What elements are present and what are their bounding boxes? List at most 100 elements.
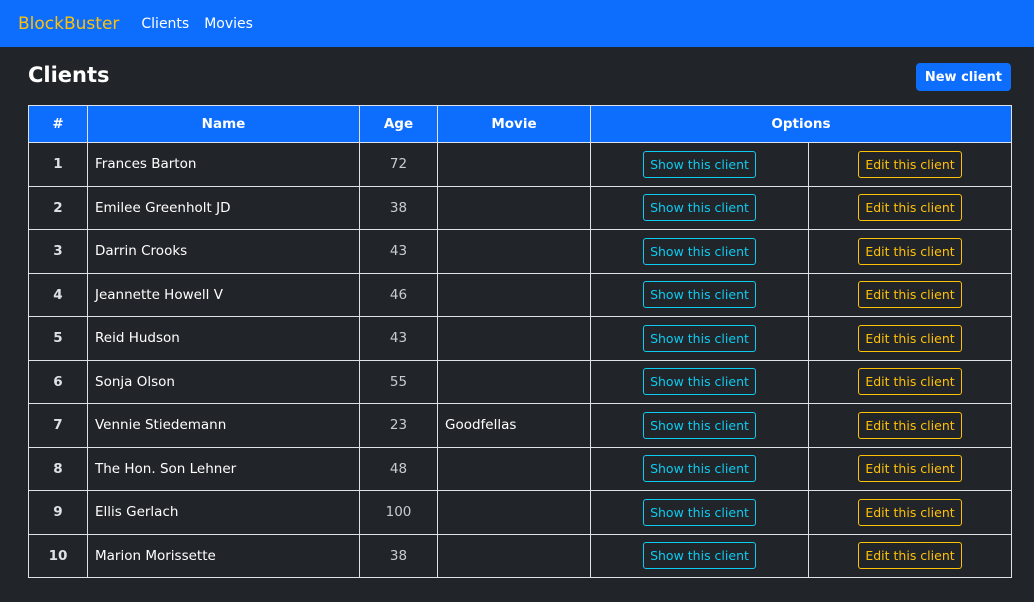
edit-client-button[interactable]: Edit this client [858, 542, 962, 570]
show-cell: Show this client [590, 403, 809, 448]
edit-client-button[interactable]: Edit this client [858, 281, 962, 309]
table-row: 6 Sonja Olson 55 Show this client Edit this … [28, 359, 1012, 404]
nav-link-clients[interactable]: Clients [141, 16, 189, 32]
edit-client-button[interactable]: Edit this client [858, 411, 962, 439]
client-age: 48 [359, 446, 438, 491]
client-movie [437, 272, 591, 317]
edit-cell: Edit this client [808, 490, 1012, 535]
show-cell: Show this client [590, 316, 809, 361]
table-body: 1 Frances Barton 72 Show this client Edit th… [28, 142, 1012, 578]
client-name: Sonja Olson [87, 359, 360, 404]
client-movie [437, 359, 591, 404]
edit-cell: Edit this client [808, 316, 1012, 361]
client-movie: Goodfellas [437, 403, 591, 448]
row-number: 7 [28, 403, 88, 448]
client-age: 38 [359, 533, 438, 578]
table-row: 7 Vennie Stiedemann 23 Goodfellas Show this … [28, 403, 1012, 448]
show-client-button[interactable]: Show this client [643, 368, 756, 396]
edit-cell: Edit this client [808, 229, 1012, 274]
client-movie [437, 142, 591, 187]
edit-client-button[interactable]: Edit this client [858, 237, 962, 265]
edit-cell: Edit this client [808, 142, 1012, 187]
client-movie [437, 490, 591, 535]
show-client-button[interactable]: Show this client [643, 542, 756, 570]
edit-cell: Edit this client [808, 533, 1012, 578]
show-client-button[interactable]: Show this client [643, 194, 756, 222]
row-number: 1 [28, 142, 88, 187]
column-header-options: Options [590, 105, 1012, 143]
show-cell: Show this client [590, 359, 809, 404]
edit-cell: Edit this client [808, 446, 1012, 491]
client-age: 72 [359, 142, 438, 187]
brand-link[interactable]: BlockBuster [18, 14, 119, 34]
client-name: The Hon. Son Lehner [87, 446, 360, 491]
column-header-name: Name [87, 105, 360, 143]
edit-client-button[interactable]: Edit this client [858, 498, 962, 526]
edit-client-button[interactable]: Edit this client [858, 324, 962, 352]
client-name: Jeannette Howell V [87, 272, 360, 317]
client-name: Emilee Greenholt JD [87, 185, 360, 230]
show-client-button[interactable]: Show this client [643, 411, 756, 439]
edit-client-button[interactable]: Edit this client [858, 194, 962, 222]
navbar: BlockBuster Clients Movies [0, 0, 1034, 47]
show-client-button[interactable]: Show this client [643, 281, 756, 309]
row-number: 8 [28, 446, 88, 491]
client-age: 38 [359, 185, 438, 230]
client-name: Vennie Stiedemann [87, 403, 360, 448]
client-name: Marion Morissette [87, 533, 360, 578]
table-row: 3 Darrin Crooks 43 Show this client Edit thi… [28, 229, 1012, 274]
client-age: 46 [359, 272, 438, 317]
column-header-movie: Movie [437, 105, 591, 143]
client-age: 55 [359, 359, 438, 404]
table-header-row: # Name Age Movie Options [28, 105, 1012, 143]
edit-client-button[interactable]: Edit this client [858, 368, 962, 396]
client-name: Frances Barton [87, 142, 360, 187]
client-name: Reid Hudson [87, 316, 360, 361]
show-cell: Show this client [590, 533, 809, 578]
client-movie [437, 533, 591, 578]
client-movie [437, 185, 591, 230]
nav-link-movies[interactable]: Movies [204, 16, 253, 32]
page-title: Clients [28, 63, 110, 87]
show-cell: Show this client [590, 446, 809, 491]
table-row: 9 Ellis Gerlach 100 Show this client Edit th… [28, 490, 1012, 535]
column-header-age: Age [359, 105, 438, 143]
row-number: 5 [28, 316, 88, 361]
row-number: 2 [28, 185, 88, 230]
edit-cell: Edit this client [808, 272, 1012, 317]
client-movie [437, 229, 591, 274]
client-age: 43 [359, 229, 438, 274]
row-number: 4 [28, 272, 88, 317]
table-row: 10 Marion Morissette 38 Show this client Edi… [28, 533, 1012, 578]
show-client-button[interactable]: Show this client [643, 498, 756, 526]
client-age: 43 [359, 316, 438, 361]
table-row: 8 The Hon. Son Lehner 48 Show this client Ed… [28, 446, 1012, 491]
row-number: 10 [28, 533, 88, 578]
show-client-button[interactable]: Show this client [643, 150, 756, 178]
show-client-button[interactable]: Show this client [643, 324, 756, 352]
client-name: Darrin Crooks [87, 229, 360, 274]
row-number: 9 [28, 490, 88, 535]
client-name: Ellis Gerlach [87, 490, 360, 535]
column-header-number: # [28, 105, 88, 143]
show-cell: Show this client [590, 490, 809, 535]
table-row: 5 Reid Hudson 43 Show this client Edit this … [28, 316, 1012, 361]
show-cell: Show this client [590, 229, 809, 274]
edit-cell: Edit this client [808, 185, 1012, 230]
edit-cell: Edit this client [808, 403, 1012, 448]
edit-client-button[interactable]: Edit this client [858, 150, 962, 178]
row-number: 6 [28, 359, 88, 404]
show-client-button[interactable]: Show this client [643, 237, 756, 265]
table-row: 1 Frances Barton 72 Show this client Edit th… [28, 142, 1012, 187]
client-age: 23 [359, 403, 438, 448]
show-cell: Show this client [590, 142, 809, 187]
client-age: 100 [359, 490, 438, 535]
show-client-button[interactable]: Show this client [643, 455, 756, 483]
client-movie [437, 446, 591, 491]
edit-cell: Edit this client [808, 359, 1012, 404]
row-number: 3 [28, 229, 88, 274]
new-client-button[interactable]: New client [915, 63, 1011, 91]
clients-table: # Name Age Movie Options 1 Frances Barton… [28, 105, 1012, 578]
edit-client-button[interactable]: Edit this client [858, 455, 962, 483]
table-row: 2 Emilee Greenholt JD 38 Show this client Ed… [28, 185, 1012, 230]
